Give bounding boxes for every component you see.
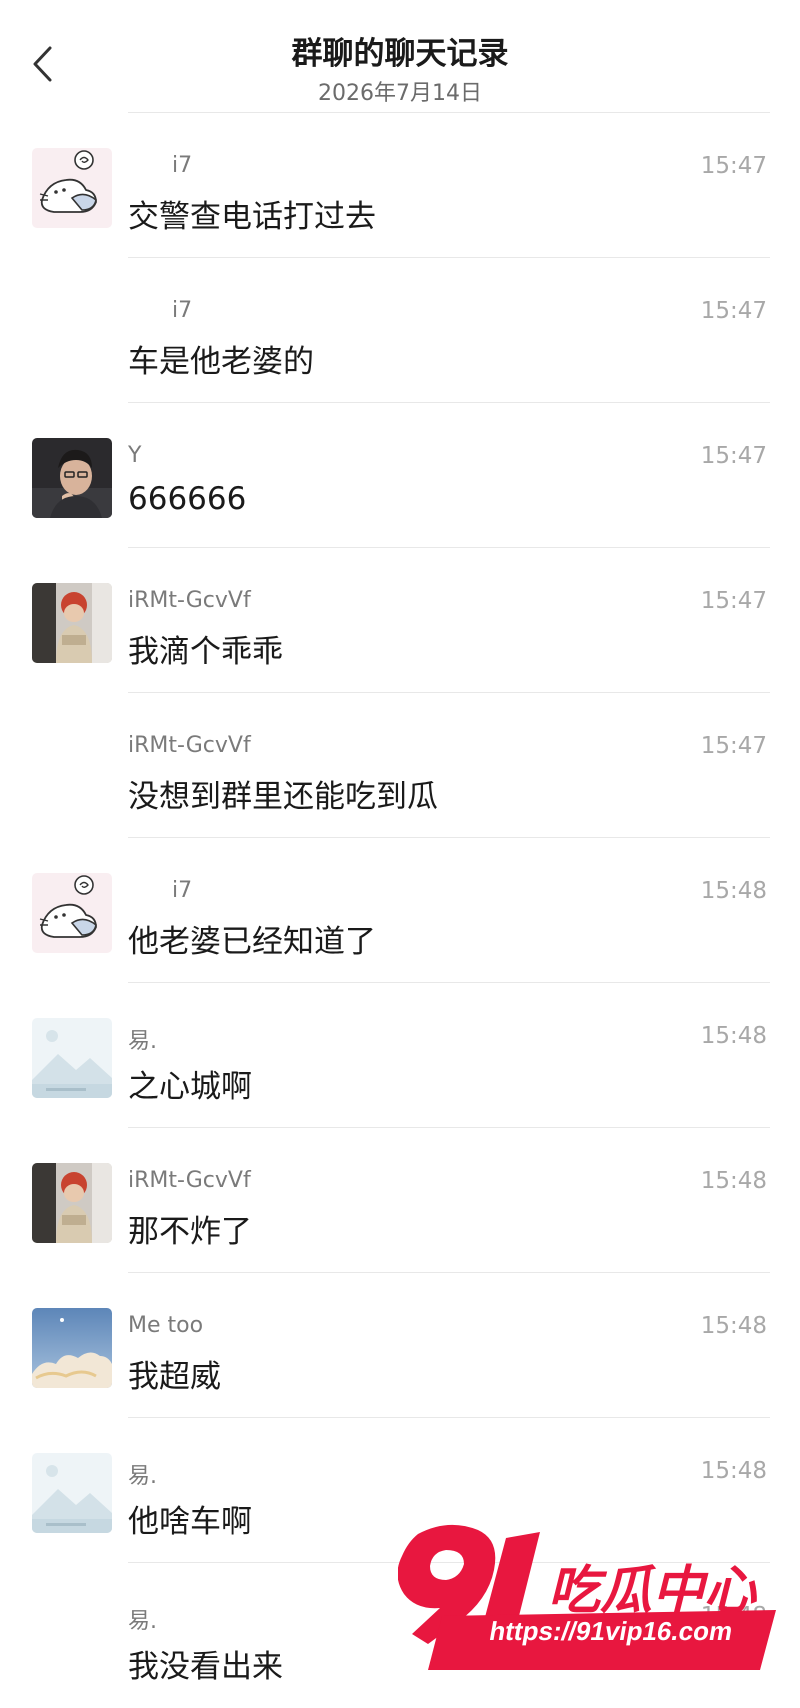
message-text: 车是他老婆的 <box>128 344 314 380</box>
sender-name: i7 <box>172 298 193 323</box>
message-time: 15:47 <box>700 443 767 469</box>
avatar[interactable] <box>32 438 112 518</box>
avatar[interactable] <box>32 1308 112 1388</box>
message-time: 15:48 <box>700 1313 767 1339</box>
message-text: 我滴个乖乖 <box>128 634 283 670</box>
avatar[interactable] <box>32 1163 112 1243</box>
message-text: 那不炸了 <box>128 1214 252 1250</box>
landscape-placeholder-icon <box>32 1018 112 1098</box>
message-time: 15:47 <box>700 153 767 179</box>
avatar[interactable] <box>32 148 112 228</box>
child-avatar-icon <box>32 1163 112 1243</box>
message-item[interactable]: i7 15:47 车是他老婆的 <box>0 258 800 403</box>
sender-name: i7 <box>172 878 193 903</box>
sender-name: i7 <box>172 153 193 178</box>
message-text: 交警查电话打过去 <box>128 199 376 235</box>
avatar[interactable] <box>32 873 112 953</box>
avatar[interactable] <box>32 1018 112 1098</box>
message-text: 我没看出来 <box>128 1649 283 1685</box>
message-time: 15:48 <box>700 878 767 904</box>
message-time: 15:48 <box>700 1168 767 1194</box>
watermark-url: https://91vip16.com <box>487 1616 736 1646</box>
message-item[interactable]: Me too 15:48 我超威 <box>0 1273 800 1418</box>
person-avatar-icon <box>32 438 112 518</box>
sender-name: 易. <box>128 1029 157 1054</box>
sender-name: 易. <box>128 1464 157 1489</box>
avatar[interactable] <box>32 583 112 663</box>
page-title: 群聊的聊天记录 <box>291 36 509 72</box>
sender-name: Y <box>128 443 142 468</box>
watermark: 吃瓜中心 https://91vip16.com <box>398 1520 790 1680</box>
child-avatar-icon <box>32 583 112 663</box>
cat-avatar-icon <box>32 873 112 953</box>
sender-name: iRMt-GcvVf <box>128 1168 251 1193</box>
message-item[interactable]: i7 15:47 交警查电话打过去 <box>0 113 800 258</box>
message-time: 15:47 <box>700 588 767 614</box>
message-item[interactable]: iRMt-GcvVf 15:47 我滴个乖乖 <box>0 548 800 693</box>
message-text: 之心城啊 <box>128 1069 252 1105</box>
message-time: 15:48 <box>700 1458 767 1484</box>
message-text: 666666 <box>128 481 247 517</box>
message-text: 他老婆已经知道了 <box>128 924 376 960</box>
sender-name: Me too <box>128 1313 204 1338</box>
header: 群聊的聊天记录 2026年7月14日 <box>0 0 800 112</box>
message-item[interactable]: iRMt-GcvVf 15:48 那不炸了 <box>0 1128 800 1273</box>
message-time: 15:48 <box>700 1023 767 1049</box>
cat-avatar-icon <box>32 148 112 228</box>
message-text: 没想到群里还能吃到瓜 <box>128 779 438 815</box>
sender-name: iRMt-GcvVf <box>128 588 251 613</box>
page-date: 2026年7月14日 <box>318 81 482 106</box>
landscape-placeholder-icon <box>32 1453 112 1533</box>
sender-name: 易. <box>128 1609 157 1634</box>
message-item[interactable]: Y 15:47 666666 <box>0 403 800 548</box>
message-time: 15:47 <box>700 298 767 324</box>
avatar[interactable] <box>32 1453 112 1533</box>
message-text: 我超威 <box>128 1359 221 1395</box>
message-time: 15:47 <box>700 733 767 759</box>
sky-avatar-icon <box>32 1308 112 1388</box>
message-item[interactable]: i7 15:48 他老婆已经知道了 <box>0 838 800 983</box>
sender-name: iRMt-GcvVf <box>128 733 251 758</box>
message-item[interactable]: 易. 15:48 之心城啊 <box>0 983 800 1128</box>
message-item[interactable]: iRMt-GcvVf 15:47 没想到群里还能吃到瓜 <box>0 693 800 838</box>
message-text: 他啥车啊 <box>128 1504 252 1540</box>
watermark-brand: 吃瓜中心 <box>548 1562 757 1620</box>
